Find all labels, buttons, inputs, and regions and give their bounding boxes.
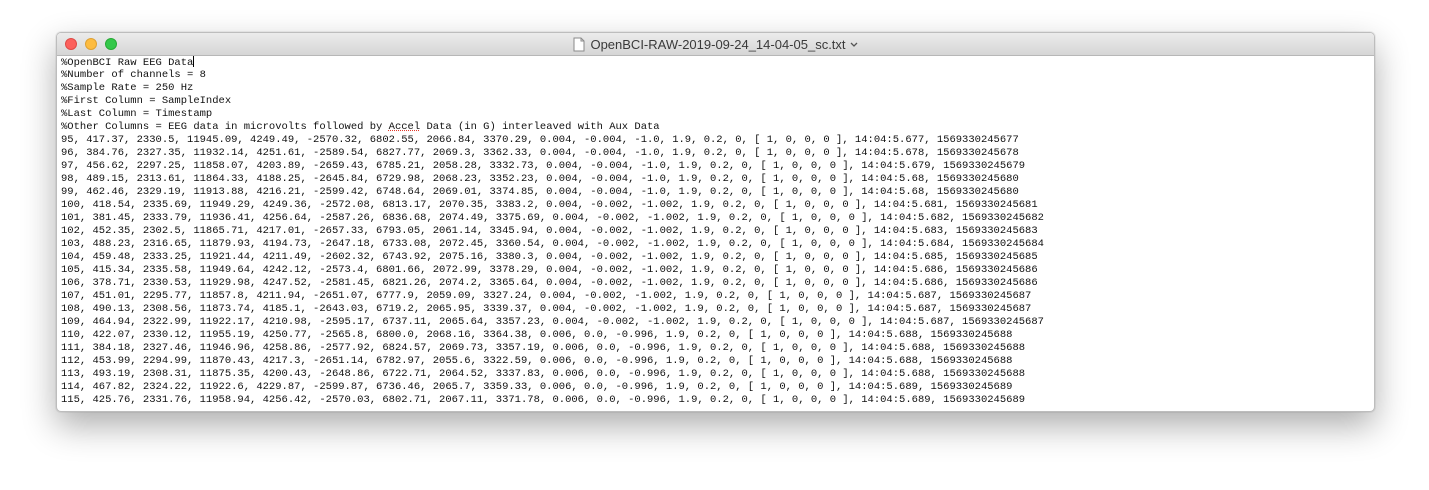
text-line: %OpenBCI Raw EEG Data: [61, 56, 195, 69]
text-line: 97, 456.62, 2297.25, 11858.07, 4203.89, …: [61, 160, 1026, 172]
text-line: %First Column = SampleIndex: [61, 95, 232, 107]
text-line: %Last Column = Timestamp: [61, 108, 213, 120]
text-line: 100, 418.54, 2335.69, 11949.29, 4249.36,…: [61, 199, 1038, 211]
text-line: 95, 417.37, 2330.5, 11945.09, 4249.49, -…: [61, 134, 1019, 146]
text-line: 99, 462.46, 2329.19, 11913.88, 4216.21, …: [61, 186, 1019, 198]
text-content-area[interactable]: %OpenBCI Raw EEG Data %Number of channel…: [57, 56, 1374, 411]
text-line: 107, 451.01, 2295.77, 11857.8, 4211.94, …: [61, 290, 1032, 302]
text-line: 105, 415.34, 2335.58, 11949.64, 4242.12,…: [61, 264, 1038, 276]
text-line: 114, 467.82, 2324.22, 11922.6, 4229.87, …: [61, 381, 1013, 393]
text-line: 101, 381.45, 2333.79, 11936.41, 4256.64,…: [61, 212, 1044, 224]
text-line: 110, 422.07, 2330.12, 11955.19, 4250.77,…: [61, 329, 1013, 341]
text-line: 109, 464.94, 2322.99, 11922.17, 4210.98,…: [61, 316, 1044, 328]
text-line: 113, 493.19, 2308.31, 11875.35, 4200.43,…: [61, 368, 1026, 380]
line-text: %OpenBCI Raw EEG Data: [61, 57, 194, 69]
text-editor-window: OpenBCI-RAW-2019-09-24_14-04-05_sc.txt %…: [56, 32, 1375, 412]
text-line: 104, 459.48, 2333.25, 11921.44, 4211.49,…: [61, 251, 1038, 263]
text-line: %Number of channels = 8: [61, 69, 206, 81]
text-line: 112, 453.99, 2294.99, 11870.43, 4217.3, …: [61, 355, 1013, 367]
text-line: 103, 488.23, 2316.65, 11879.93, 4194.73,…: [61, 238, 1044, 250]
title-bar[interactable]: OpenBCI-RAW-2019-09-24_14-04-05_sc.txt: [57, 33, 1374, 56]
window-title-area: OpenBCI-RAW-2019-09-24_14-04-05_sc.txt: [57, 33, 1374, 55]
text-line: %Other Columns = EEG data in microvolts …: [61, 121, 660, 133]
spellcheck-flagged-word[interactable]: Accel: [389, 121, 421, 133]
text-line: 111, 384.18, 2327.46, 11946.96, 4258.86,…: [61, 342, 1026, 354]
text-line: 96, 384.76, 2327.35, 11932.14, 4251.61, …: [61, 147, 1019, 159]
text-line: %Sample Rate = 250 Hz: [61, 82, 194, 94]
document-title: OpenBCI-RAW-2019-09-24_14-04-05_sc.txt: [590, 37, 846, 52]
text-line: 108, 490.13, 2308.56, 11873.74, 4185.1, …: [61, 303, 1032, 315]
text-cursor: [193, 56, 195, 67]
chevron-down-icon[interactable]: [850, 33, 858, 55]
text-line: 115, 425.76, 2331.76, 11958.94, 4256.42,…: [61, 394, 1026, 406]
text-line: 98, 489.15, 2313.61, 11864.33, 4188.25, …: [61, 173, 1019, 185]
text-line: 106, 378.71, 2330.53, 11929.98, 4247.52,…: [61, 277, 1038, 289]
text-line: 102, 452.35, 2302.5, 11865.71, 4217.01, …: [61, 225, 1038, 237]
